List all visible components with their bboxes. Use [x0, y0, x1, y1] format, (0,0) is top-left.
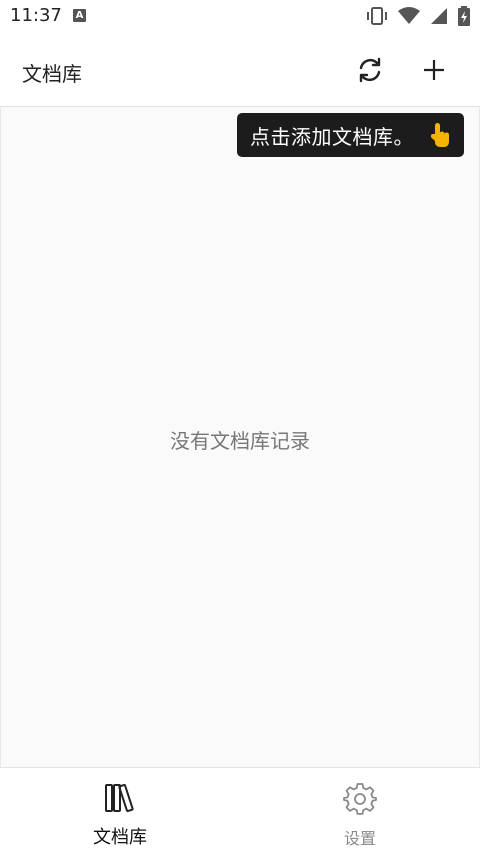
battery-icon — [458, 6, 470, 26]
tooltip-text: 点击添加文档库。 — [250, 124, 414, 149]
vibrate-icon — [367, 7, 387, 25]
status-icons — [366, 6, 470, 26]
plus-icon — [424, 60, 444, 80]
empty-state-message: 没有文档库记录 — [170, 429, 310, 453]
add-library-tooltip[interactable]: 点击添加文档库。 — [237, 113, 464, 157]
add-library-button[interactable] — [414, 50, 454, 90]
refresh-button[interactable] — [350, 50, 390, 90]
notification-badge-icon: A — [73, 9, 86, 22]
nav-item-settings[interactable]: 设置 — [240, 768, 480, 854]
bottom-nav: 文档库 设置 — [0, 767, 480, 854]
pointing-hand-icon — [429, 122, 451, 153]
library-books-icon — [104, 782, 136, 818]
status-bar: 11:37 A — [0, 0, 480, 32]
nav-item-library[interactable]: 文档库 — [0, 768, 240, 854]
nav-label-library: 文档库 — [93, 827, 147, 848]
nav-label-settings: 设置 — [343, 829, 376, 848]
app-bar: 文档库 — [0, 32, 480, 107]
page-title: 文档库 — [22, 62, 82, 86]
gear-icon — [343, 782, 377, 820]
signal-icon — [431, 8, 447, 24]
wifi-icon — [398, 7, 420, 24]
refresh-icon — [359, 57, 381, 83]
status-time: 11:37 — [10, 5, 62, 26]
